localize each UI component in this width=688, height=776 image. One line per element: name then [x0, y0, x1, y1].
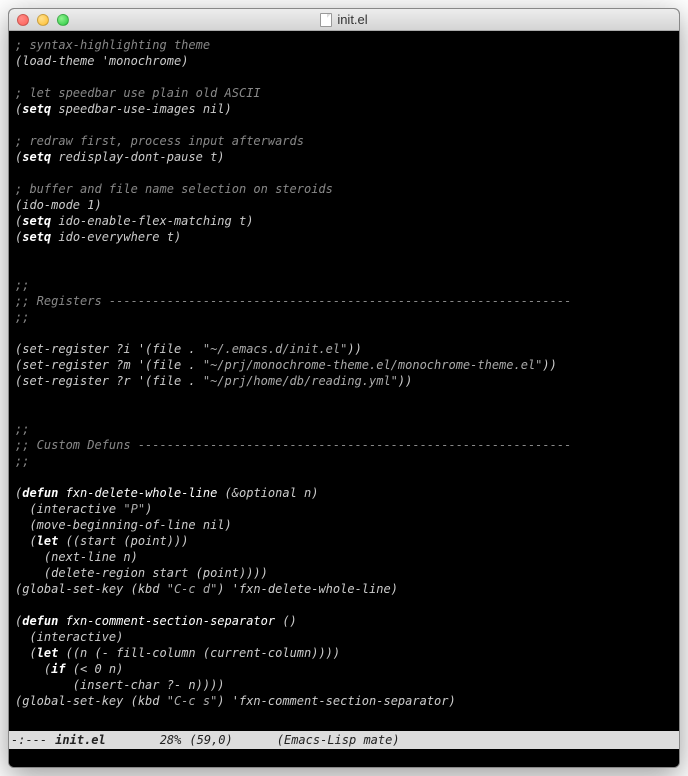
comment: ; buffer and file name selection on ster…	[15, 182, 333, 196]
titlebar: init.el	[9, 9, 679, 31]
modeline-percent: 28%	[110, 731, 186, 749]
modeline: -:--- init.el 28% (59,0) (Emacs-Lisp mat…	[9, 731, 679, 749]
minimize-icon[interactable]	[37, 14, 49, 26]
comment: ; syntax-highlighting theme	[15, 38, 210, 52]
modeline-mode: (Emacs-Lisp mate)	[237, 731, 404, 749]
comment: ; redraw first, process input afterwards	[15, 134, 304, 148]
file-icon	[320, 13, 332, 27]
comment: ; let speedbar use plain old ASCII	[15, 86, 261, 100]
section-custom-defuns: ;; Custom Defuns -----------------------…	[15, 438, 571, 452]
traffic-lights	[9, 14, 69, 26]
code-editor[interactable]: ; syntax-highlighting theme (load-theme …	[9, 31, 679, 731]
modeline-filename: init.el	[51, 731, 110, 749]
window-title-container: init.el	[9, 12, 679, 27]
window-title: init.el	[337, 12, 367, 27]
maximize-icon[interactable]	[57, 14, 69, 26]
modeline-position: (59,0)	[185, 731, 236, 749]
modeline-status: -:---	[9, 731, 51, 749]
minibuffer[interactable]	[9, 749, 679, 767]
editor-window: init.el ; syntax-highlighting theme (loa…	[8, 8, 680, 768]
close-icon[interactable]	[17, 14, 29, 26]
section-registers: ;; Registers ---------------------------…	[15, 294, 571, 308]
